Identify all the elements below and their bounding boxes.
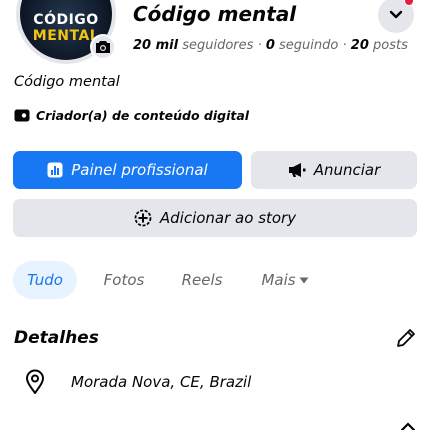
posts-label: posts [373,38,408,53]
professional-dashboard-label: Painel profissional [71,161,208,179]
tab-mais-label: Mais [261,271,296,289]
camera-icon [96,41,110,53]
caret-down-icon [299,277,309,283]
profile-category: Criador(a) de conteúdo digital [14,108,249,123]
dashboard-icon [47,162,63,178]
stats-separator: · [342,38,347,53]
profile-name: Código mental [133,2,297,26]
chevron-down-icon [389,10,403,19]
followers-count[interactable]: 20 mil [133,38,178,53]
followers-label[interactable]: seguidores [182,38,253,53]
chevron-up-icon[interactable] [400,421,416,430]
advertise-button[interactable]: Anunciar [251,151,417,189]
plus-circle-icon [134,209,152,227]
profile-avatar[interactable]: CÓDIGO MENTAL [16,0,116,64]
megaphone-icon [288,163,306,177]
professional-dashboard-button[interactable]: Painel profissional [13,151,242,189]
location-text: Morada Nova, CE, Brazil [71,373,252,391]
following-label[interactable]: seguindo [279,38,338,53]
posts-count: 20 [350,38,369,53]
location-pin-icon [26,369,44,394]
advertise-label: Anunciar [313,161,381,179]
tab-reels[interactable]: Reels [172,261,232,299]
add-to-story-label: Adicionar ao story [159,209,297,227]
tab-mais[interactable]: Mais [252,261,318,299]
category-label: Criador(a) de conteúdo digital [36,108,250,123]
category-icon [14,109,30,122]
add-to-story-button[interactable]: Adicionar ao story [13,199,417,237]
change-photo-button[interactable] [90,34,116,60]
following-count[interactable]: 0 [266,38,275,53]
pencil-icon[interactable] [395,327,417,349]
details-heading: Detalhes [14,328,99,348]
stats-separator: · [257,38,262,53]
profile-bio: Código mental [14,74,120,90]
notification-dot [404,0,414,6]
logo-text-top: CÓDIGO [33,12,99,28]
tab-fotos[interactable]: Fotos [95,261,153,299]
tab-tudo[interactable]: Tudo [13,261,77,299]
profile-stats: 20 mil seguidores · 0 seguindo · 20 post… [133,38,408,53]
